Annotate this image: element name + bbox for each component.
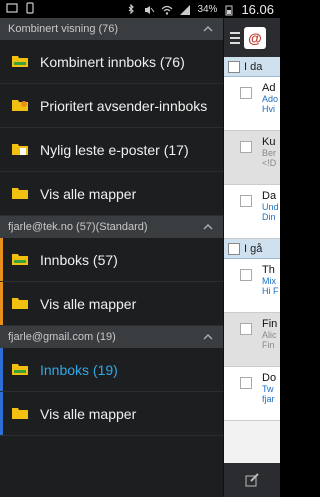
mail-row[interactable]: Ad Ado Hvi	[224, 77, 280, 131]
mail-checkbox[interactable]	[240, 87, 252, 99]
mail-subject: Th	[262, 264, 275, 276]
inbox-folder-icon	[12, 364, 28, 375]
folder-item[interactable]: Innboks (19)	[0, 348, 223, 392]
mail-checkbox[interactable]	[240, 377, 252, 389]
mail-row[interactable]: Ku Ber <!D	[224, 131, 280, 185]
account-section-title: fjarle@tek.no (57)(Standard)	[8, 221, 148, 233]
mail-sender: Und	[262, 202, 279, 212]
inbox-folder-icon	[12, 56, 28, 67]
folder-icon	[12, 188, 28, 199]
chevron-up-icon[interactable]	[203, 222, 213, 232]
navigation-drawer: Kombinert visning (76) Kombinert innboks…	[0, 18, 224, 497]
mail-checkbox[interactable]	[240, 323, 252, 335]
folder-item[interactable]: Nylig leste e-poster (17)	[0, 128, 223, 172]
mail-sender: Ado	[262, 94, 279, 104]
battery-percent: 34%	[197, 4, 218, 15]
mail-checkbox[interactable]	[240, 141, 252, 153]
folder-item-label: Vis alle mapper	[40, 295, 137, 312]
mail-subject: Fin	[262, 318, 278, 330]
screen-icon	[6, 3, 18, 13]
folder-item-label: Prioritert avsender-innboks	[40, 97, 208, 114]
chevron-up-icon[interactable]	[203, 332, 213, 342]
folder-item-label: Innboks (57)	[40, 251, 118, 268]
mail-preview: Hvi	[262, 104, 275, 114]
folder-item[interactable]: Kombinert innboks (76)	[0, 40, 223, 84]
inbox-folder-icon	[12, 254, 28, 265]
mail-list-header: @	[224, 18, 280, 57]
folder-item-label: Nylig leste e-poster (17)	[40, 141, 189, 158]
date-header-yesterday: I gå	[224, 239, 280, 259]
folder-item-label: Innboks (19)	[40, 361, 118, 378]
folder-item[interactable]: Vis alle mapper	[0, 392, 223, 436]
wifi-icon	[162, 5, 173, 15]
account-section-title: fjarle@gmail.com (19)	[8, 331, 116, 343]
signal-icon	[180, 4, 191, 15]
mail-row[interactable]: Do Tw fjar	[224, 367, 280, 421]
mail-subject: Ad	[262, 82, 276, 94]
mute-icon	[145, 5, 155, 14]
compose-button[interactable]	[224, 463, 280, 497]
folder-item[interactable]: Vis alle mapper	[0, 172, 223, 216]
mail-sender: Alic	[262, 330, 277, 340]
bluetooth-icon	[129, 3, 135, 14]
mail-subject: Do	[262, 372, 277, 384]
app-logo-icon: @	[244, 26, 266, 49]
mail-subject: Ku	[262, 136, 276, 148]
folder-item-label: Vis alle mapper	[40, 185, 137, 202]
folder-icon	[12, 298, 28, 309]
priority-sender-folder-icon	[12, 100, 28, 111]
mail-preview: Fin	[262, 340, 275, 350]
account-section-header[interactable]: fjarle@tek.no (57)(Standard)	[0, 216, 223, 238]
folder-item-label: Vis alle mapper	[40, 405, 137, 422]
battery-icon	[225, 5, 233, 15]
mail-subject: Da	[262, 190, 277, 202]
clock: 16.06	[241, 2, 274, 17]
menu-icon[interactable]	[230, 31, 240, 44]
mail-preview: <!D	[262, 158, 277, 168]
mail-sender: Tw	[262, 384, 274, 394]
select-all-checkbox[interactable]	[228, 60, 240, 73]
status-bar: 34% 16.06	[0, 0, 280, 18]
chevron-up-icon[interactable]	[203, 24, 213, 34]
mail-list-panel: @ I da Ad Ado Hvi Ku Ber <!D Da Und Din …	[224, 18, 280, 497]
compose-icon	[245, 473, 259, 487]
mail-row[interactable]: Th Mix Hi F	[224, 259, 280, 313]
mail-checkbox[interactable]	[240, 195, 252, 207]
folder-item[interactable]: Vis alle mapper	[0, 282, 223, 326]
recently-read-folder-icon	[12, 144, 28, 155]
date-header-today: I da	[224, 57, 280, 77]
account-color-stripe	[0, 238, 3, 281]
mail-sender: Mix	[262, 276, 276, 286]
account-section-header[interactable]: Kombinert visning (76)	[0, 18, 223, 40]
account-section-header[interactable]: fjarle@gmail.com (19)	[0, 326, 223, 348]
account-color-stripe	[0, 282, 3, 325]
mail-sender: Ber	[262, 148, 277, 158]
folder-icon	[12, 408, 28, 419]
select-all-checkbox[interactable]	[228, 242, 240, 255]
notification-icon	[26, 2, 34, 14]
account-color-stripe	[0, 392, 3, 435]
mail-checkbox[interactable]	[240, 269, 252, 281]
mail-row[interactable]: Da Und Din	[224, 185, 280, 239]
mail-row[interactable]: Fin Alic Fin	[224, 313, 280, 367]
mail-preview: Hi F	[262, 286, 279, 296]
mail-preview: fjar	[262, 394, 275, 404]
folder-item[interactable]: Prioritert avsender-innboks	[0, 84, 223, 128]
folder-item-label: Kombinert innboks (76)	[40, 53, 185, 70]
account-color-stripe	[0, 348, 3, 391]
account-section-title: Kombinert visning (76)	[8, 23, 119, 35]
folder-item[interactable]: Innboks (57)	[0, 238, 223, 282]
mail-preview: Din	[262, 212, 276, 222]
